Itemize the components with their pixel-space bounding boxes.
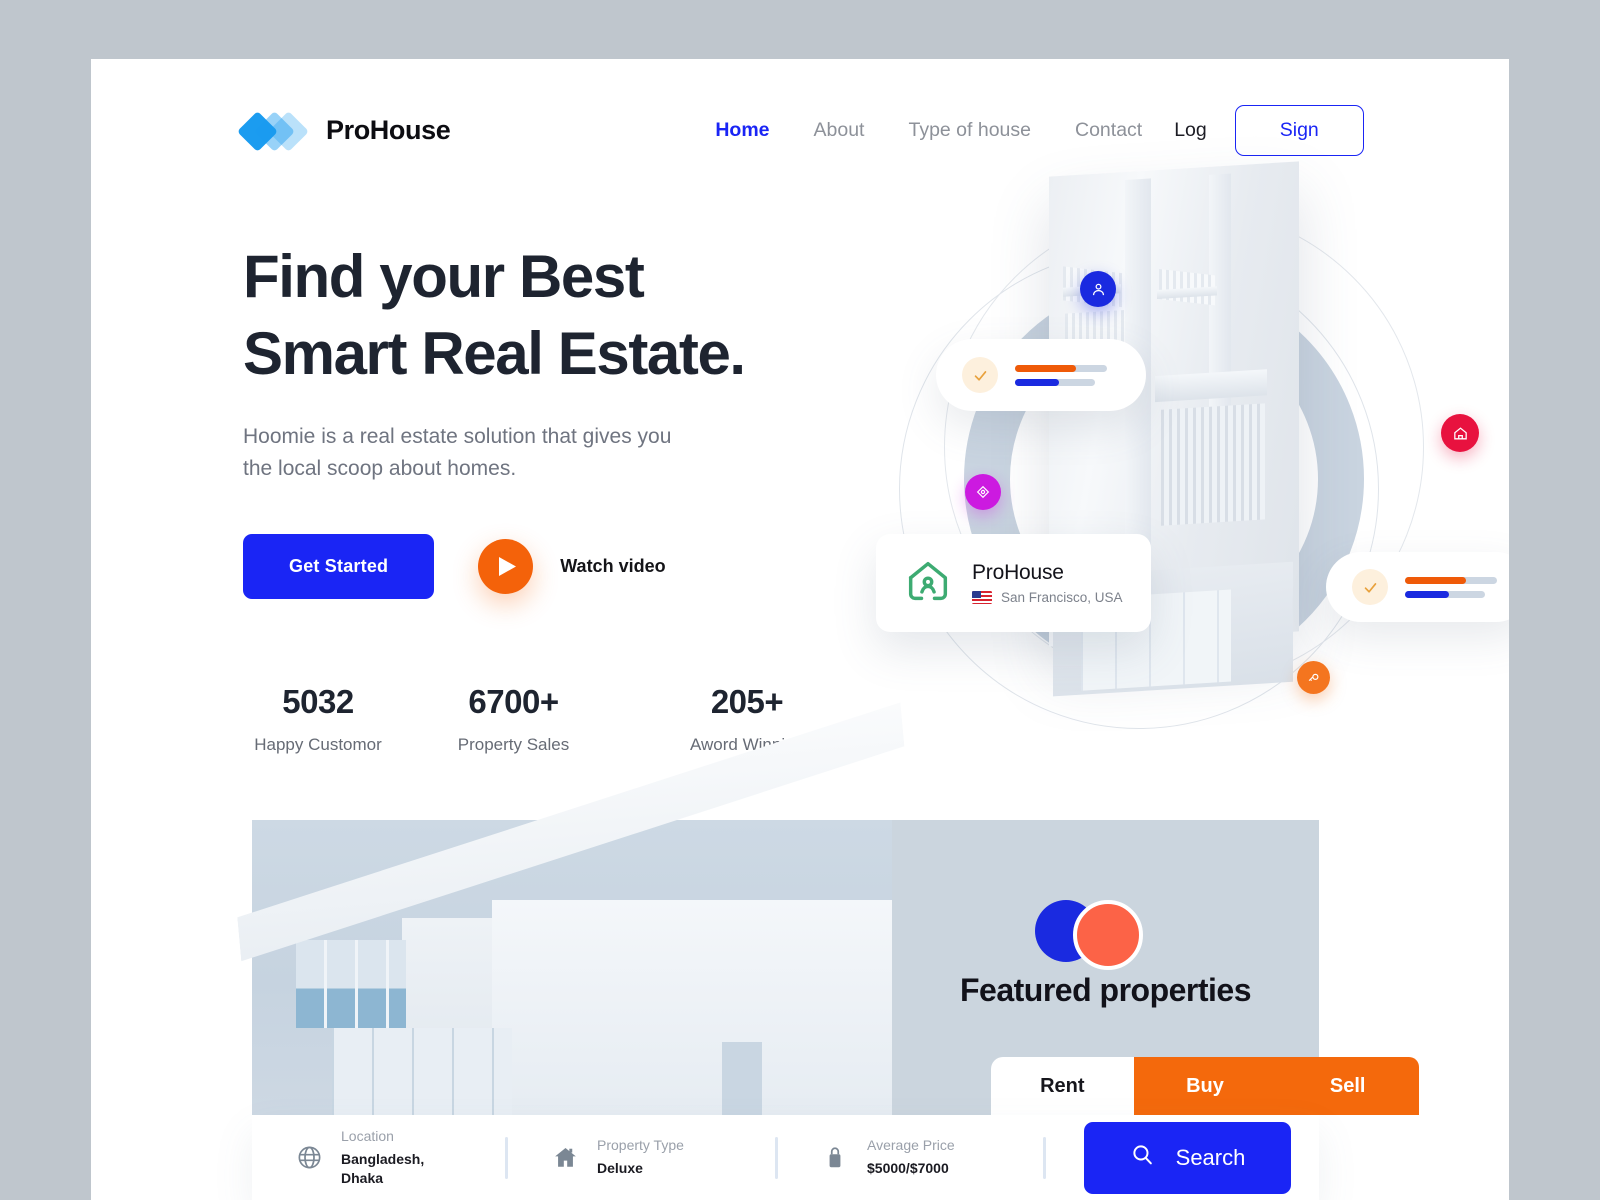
signup-button[interactable]: Sign [1234,104,1364,156]
prohouse-card-text: ProHouse San Francisco, USA [972,561,1123,605]
headline-line-1: Find your Best [243,243,645,310]
house-badge-icon [1441,414,1479,452]
listing-type-tabs: Rent Buy Sell [991,1057,1419,1115]
stat-item: 6700+ Property Sales [393,683,634,755]
location-label: Location [341,1128,394,1145]
nav-actions: Log Sign [1164,104,1364,156]
progress-card-bottom [1326,552,1509,622]
featured-property-photo [252,820,892,1115]
stat-label: Property Sales [457,735,570,755]
search-icon [1130,1142,1155,1173]
tab-buy[interactable]: Buy [1133,1057,1277,1115]
stat-value: 6700+ [468,683,559,721]
location-field-text: Location Bangladesh, Dhaka [341,1128,441,1187]
home-icon [550,1143,580,1173]
prohouse-location-card: ProHouse San Francisco, USA [876,534,1151,632]
featured-title: Featured properties [959,972,1252,1008]
progress-bars [1015,364,1107,386]
headline-line-2: Smart Real Estate. [243,319,746,387]
tab-rent[interactable]: Rent [991,1057,1134,1115]
check-icon [1352,569,1388,605]
hero-illustration: ProHouse San Francisco, USA [731,161,1509,769]
brand-logo[interactable]: ProHouse [236,108,451,153]
hero-subtitle: Hoomie is a real estate solution that gi… [243,424,672,480]
property-type-label: Property Type [597,1137,684,1154]
stat-value: 5032 [282,683,354,721]
average-price-label: Average Price [867,1137,955,1154]
progress-card-top [936,339,1146,411]
globe-icon [294,1143,324,1173]
prohouse-location-text: San Francisco, USA [1001,590,1123,605]
brand-name: ProHouse [326,114,451,145]
location-value: Bangladesh, Dhaka [341,1151,425,1186]
watch-video-button[interactable]: Watch video [478,539,666,595]
overlapping-circles-icon [1035,900,1155,970]
page-card: ProHouse Home About Type of house Contac… [91,59,1509,1200]
average-price-field[interactable]: $ Average Price $5000/$7000 [778,1137,1043,1177]
tab-sell[interactable]: Sell [1276,1057,1419,1115]
property-type-field-text: Property Type Deluxe [597,1137,684,1177]
check-icon [962,357,998,393]
property-type-value: Deluxe [597,1160,643,1177]
property-type-field[interactable]: Property Type Deluxe [508,1137,775,1177]
progress-bar-blue [1405,590,1485,598]
main-navigation: ProHouse Home About Type of house Contac… [236,94,1364,166]
featured-properties-section: Featured properties Rent Buy Sell Locati… [252,820,1419,1200]
watch-video-label: Watch video [560,556,666,577]
stat-label: Happy Customor [254,735,382,755]
field-divider [1043,1136,1046,1179]
agent-badge-icon [1080,271,1116,307]
us-flag-icon [972,591,992,604]
average-price-value: $5000/$7000 [867,1160,949,1177]
property-search-bar: Location Bangladesh, Dhaka Property Type… [252,1115,1319,1200]
progress-bar-blue [1015,378,1095,386]
prohouse-card-title: ProHouse [972,561,1064,584]
login-button[interactable]: Log [1164,119,1235,142]
prohouse-card-location: San Francisco, USA [972,590,1123,605]
diamond-stack-logo-icon [236,108,310,153]
nav-item-contact[interactable]: Contact [1053,119,1164,142]
progress-bars [1405,576,1497,598]
tag-badge-icon [965,474,1001,510]
stat-item: 5032 Happy Customor [243,683,393,755]
search-button-label: Search [1175,1144,1246,1170]
nav-item-about[interactable]: About [792,119,887,142]
nav-item-home[interactable]: Home [693,119,791,142]
average-price-field-text: Average Price $5000/$7000 [867,1137,955,1177]
get-started-button[interactable]: Get Started [243,534,435,600]
key-badge-icon [1297,661,1330,694]
nav-links: Home About Type of house Contact [693,119,1164,142]
nav-item-type-of-house[interactable]: Type of house [886,119,1053,142]
location-field[interactable]: Location Bangladesh, Dhaka [252,1128,505,1187]
house-user-icon [902,555,954,612]
progress-bar-orange [1405,576,1497,584]
search-button[interactable]: Search [1084,1121,1291,1194]
progress-bar-orange [1015,364,1107,372]
price-tag-icon: $ [820,1143,850,1173]
play-icon [478,539,534,595]
